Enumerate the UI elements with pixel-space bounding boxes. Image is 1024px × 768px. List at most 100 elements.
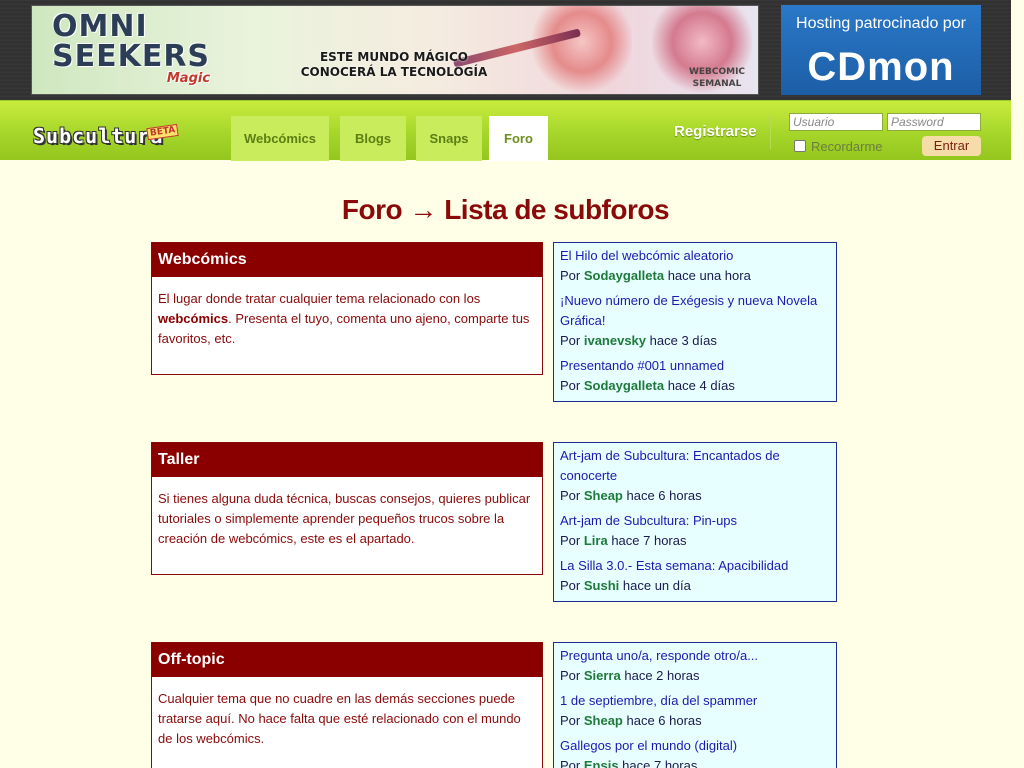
list-item: Gallegos por el mundo (digital) Por Ensi… — [560, 736, 830, 768]
forum-desc-text: Cualquier tema que no cuadre en las demá… — [158, 691, 521, 746]
page-title: Foro → Lista de subforos — [341, 194, 670, 225]
ad-brand-logo: OMNI SEEKERS Magic — [52, 9, 211, 86]
post-meta: Por Sierra hace 2 horas — [560, 666, 830, 686]
ad-badge-line2: SEMANAL — [692, 79, 742, 89]
post-title-link[interactable]: Art-jam de Subcultura: Pin-ups — [560, 511, 830, 531]
forum-title-link[interactable]: Webcómics — [152, 243, 542, 277]
tab-blogs[interactable]: Blogs — [340, 116, 406, 161]
list-item: Pregunta uno/a, responde otro/a... Por S… — [560, 646, 830, 686]
post-meta: Por Sodaygalleta hace una hora — [560, 266, 830, 286]
post-meta: Por Lira hace 7 horas — [560, 531, 830, 551]
post-title-link[interactable]: La Silla 3.0.- Esta semana: Apacibilidad — [560, 556, 830, 576]
post-by: Por — [560, 713, 581, 728]
post-author-link[interactable]: Lira — [584, 533, 608, 548]
post-by: Por — [560, 268, 581, 283]
forum-description: El lugar donde tratar cualquier tema rel… — [152, 277, 542, 349]
main-nav-bar: Subcultura BETA Webcómics Blogs Snaps Fo… — [0, 100, 1011, 161]
post-title-link[interactable]: Art-jam de Subcultura: Encantados de con… — [560, 446, 830, 486]
post-time: hace 3 días — [649, 333, 717, 348]
forum-desc-bold: webcómics — [158, 311, 229, 326]
list-item: Art-jam de Subcultura: Pin-ups Por Lira … — [560, 511, 830, 551]
post-author-link[interactable]: Sheap — [584, 488, 623, 503]
cdmon-logo: CDmon — [807, 45, 955, 89]
post-title-link[interactable]: 1 de septiembre, día del spammer — [560, 691, 830, 711]
ad-brand-line2: SEEKERS — [52, 39, 211, 74]
ad-tagline: ESTE MUNDO MÁGICO CONOCERÁ LA TECNOLOGÍA — [294, 50, 494, 80]
post-title-link[interactable]: Presentando #001 unnamed — [560, 356, 830, 376]
post-author-link[interactable]: Ensis — [584, 758, 619, 768]
forum-description: Cualquier tema que no cuadre en las demá… — [152, 677, 542, 749]
post-by: Por — [560, 378, 581, 393]
post-author-link[interactable]: ivanevsky — [584, 333, 646, 348]
login-button[interactable]: Entrar — [922, 136, 981, 156]
post-by: Por — [560, 333, 581, 348]
forum-description: Si tienes alguna duda técnica, buscas co… — [152, 477, 542, 549]
post-time: hace un día — [622, 578, 691, 593]
post-by: Por — [560, 758, 581, 768]
post-title-link[interactable]: Pregunta uno/a, responde otro/a... — [560, 646, 830, 666]
post-title-link[interactable]: El Hilo del webcómic aleatorio — [560, 246, 830, 266]
nav-divider — [770, 115, 771, 149]
hosting-sponsor-text: Hosting patrocinado por — [796, 15, 966, 32]
forum-title-link[interactable]: Off-topic — [152, 643, 542, 677]
list-item: Art-jam de Subcultura: Encantados de con… — [560, 446, 830, 506]
password-input[interactable]: Password — [887, 113, 981, 131]
post-by: Por — [560, 533, 581, 548]
list-item: ¡Nuevo número de Exégesis y nueva Novela… — [560, 291, 830, 351]
ad-brand-line1: OMNI — [52, 9, 148, 44]
post-author-link[interactable]: Sodaygalleta — [584, 268, 664, 283]
latest-posts-taller: Art-jam de Subcultura: Encantados de con… — [553, 442, 837, 602]
post-meta: Por Sheap hace 6 horas — [560, 711, 830, 731]
forum-card-webcomics: Webcómics El lugar donde tratar cualquie… — [151, 242, 543, 375]
tab-foro[interactable]: Foro — [489, 116, 548, 161]
list-item: Presentando #001 unnamed Por Sodaygallet… — [560, 356, 830, 396]
forum-desc-text: Si tienes alguna duda técnica, buscas co… — [158, 491, 531, 546]
tab-webcomics[interactable]: Webcómics — [231, 116, 329, 161]
post-time: hace 6 horas — [626, 488, 702, 503]
post-by: Por — [560, 668, 581, 683]
list-item: 1 de septiembre, día del spammer Por She… — [560, 691, 830, 731]
post-meta: Por Sushi hace un día — [560, 576, 830, 596]
register-link[interactable]: Registrarse — [674, 123, 757, 140]
username-input[interactable]: Usuario — [789, 113, 883, 131]
post-meta: Por Ensis hace 7 horas — [560, 756, 830, 768]
forum-desc-text: El lugar donde tratar cualquier tema rel… — [158, 291, 481, 306]
hosting-sponsor-banner[interactable]: Hosting patrocinado por CDmon — [781, 5, 981, 95]
post-author-link[interactable]: Sierra — [584, 668, 621, 683]
latest-posts-off-topic: Pregunta uno/a, responde otro/a... Por S… — [553, 642, 837, 768]
remember-label: Recordarme — [811, 139, 883, 154]
post-time: hace 6 horas — [626, 713, 702, 728]
post-by: Por — [560, 488, 581, 503]
post-time: hace una hora — [667, 268, 751, 283]
post-time: hace 2 horas — [624, 668, 700, 683]
remember-me[interactable]: Recordarme — [794, 139, 883, 154]
ad-tagline-line2: CONOCERÁ LA TECNOLOGÍA — [300, 65, 488, 79]
ad-character-art — [532, 6, 632, 94]
post-time: hace 7 horas — [622, 758, 698, 768]
tab-snaps[interactable]: Snaps — [416, 116, 482, 161]
ad-webcomic-badge: WEBCOMIC SEMANAL — [687, 66, 747, 90]
ad-badge-line1: WEBCOMIC — [688, 67, 746, 77]
post-meta: Por Sodaygalleta hace 4 días — [560, 376, 830, 396]
forum-card-taller: Taller Si tienes alguna duda técnica, bu… — [151, 442, 543, 575]
post-meta: Por ivanevsky hace 3 días — [560, 331, 830, 351]
forum-card-off-topic: Off-topic Cualquier tema que no cuadre e… — [151, 642, 543, 768]
latest-posts-webcomics: El Hilo del webcómic aleatorio Por Soday… — [553, 242, 837, 402]
post-author-link[interactable]: Sheap — [584, 713, 623, 728]
post-by: Por — [560, 578, 581, 593]
post-title-link[interactable]: ¡Nuevo número de Exégesis y nueva Novela… — [560, 291, 830, 331]
post-title-link[interactable]: Gallegos por el mundo (digital) — [560, 736, 830, 756]
ad-banner[interactable]: OMNI SEEKERS Magic ESTE MUNDO MÁGICO CON… — [31, 5, 759, 95]
post-time: hace 4 días — [667, 378, 735, 393]
remember-checkbox[interactable] — [794, 140, 806, 152]
list-item: La Silla 3.0.- Esta semana: Apacibilidad… — [560, 556, 830, 596]
post-time: hace 7 horas — [611, 533, 687, 548]
post-author-link[interactable]: Sodaygalleta — [584, 378, 664, 393]
ad-tagline-line1: ESTE MUNDO MÁGICO — [319, 50, 469, 64]
forum-title-link[interactable]: Taller — [152, 443, 542, 477]
list-item: El Hilo del webcómic aleatorio Por Soday… — [560, 246, 830, 286]
top-banner-bar: OMNI SEEKERS Magic ESTE MUNDO MÁGICO CON… — [0, 0, 1011, 100]
post-meta: Por Sheap hace 6 horas — [560, 486, 830, 506]
post-author-link[interactable]: Sushi — [584, 578, 619, 593]
site-logo[interactable]: Subcultura — [33, 124, 163, 148]
